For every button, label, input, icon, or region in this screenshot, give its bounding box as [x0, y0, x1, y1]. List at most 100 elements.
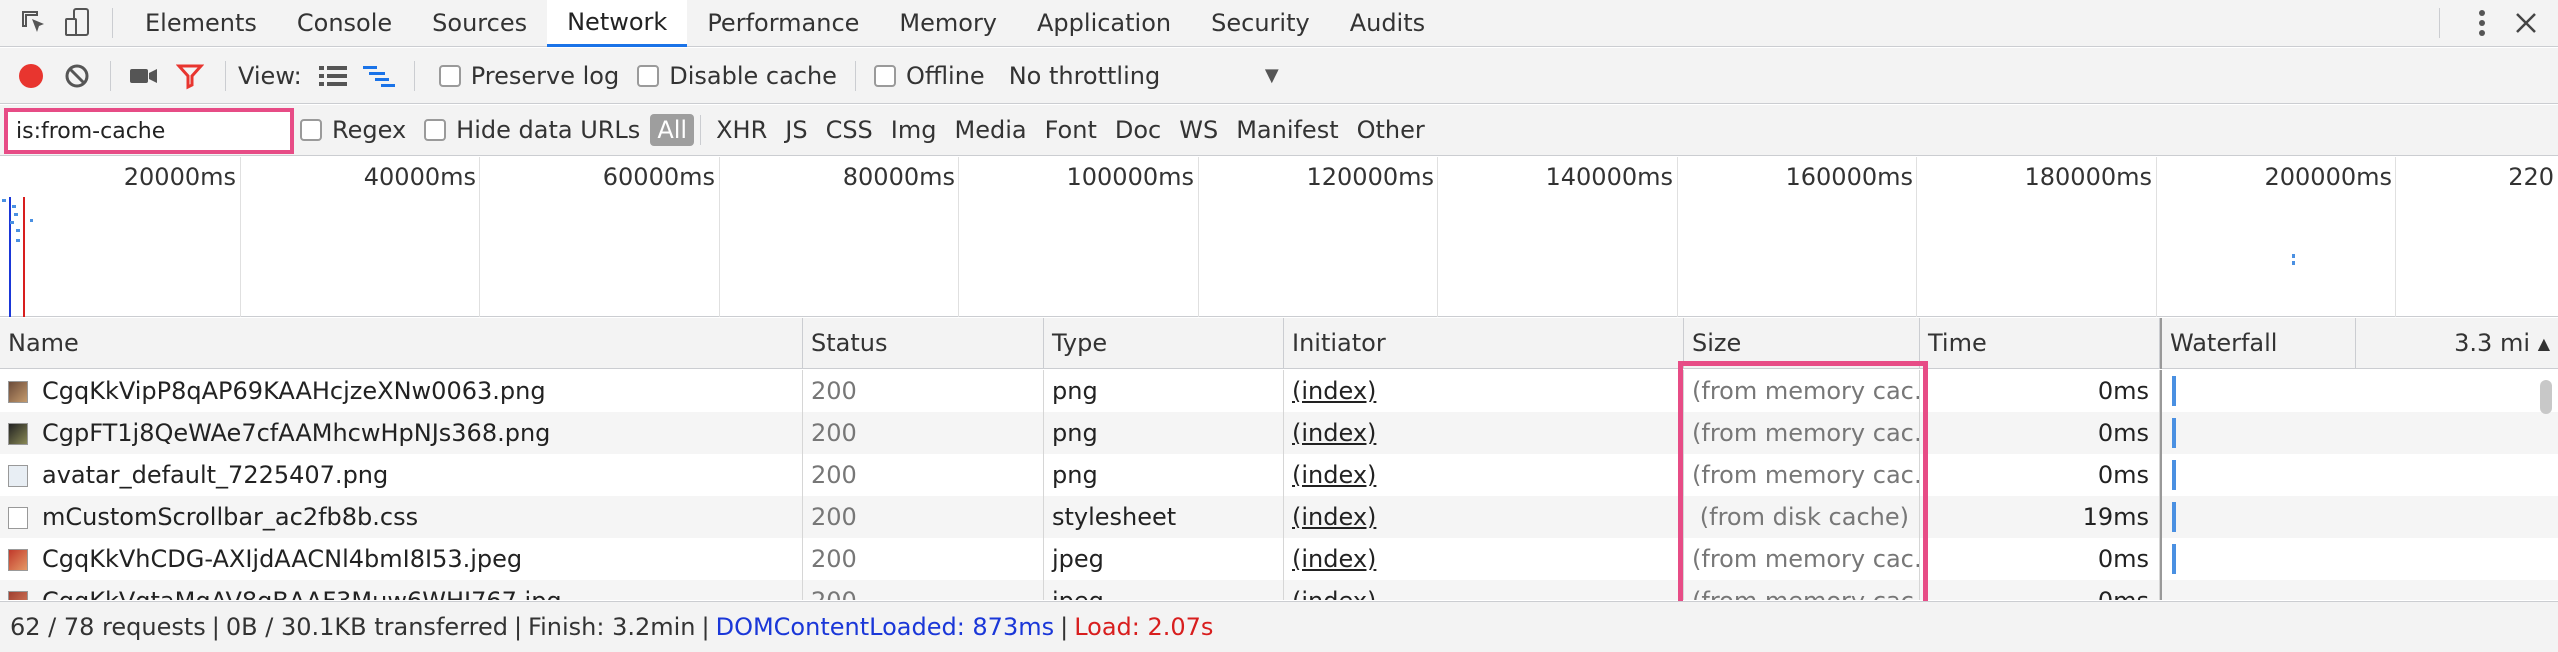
- image-file-icon: [8, 423, 28, 445]
- more-options-icon[interactable]: [2460, 0, 2504, 47]
- tab-memory[interactable]: Memory: [879, 0, 1017, 47]
- column-header-name[interactable]: Name: [0, 318, 803, 369]
- status-cell: 200: [803, 580, 1044, 600]
- overview-tick-label: 120000ms: [1306, 163, 1435, 191]
- table-row[interactable]: avatar_default_7225407.png 200 png (inde…: [0, 454, 2558, 496]
- request-name: CgqKkVhCDG-AXIjdAACNl4bmI8I53.jpeg: [42, 545, 523, 573]
- column-header-status[interactable]: Status: [803, 318, 1044, 369]
- type-cell: jpeg: [1044, 580, 1284, 600]
- disable-cache-box[interactable]: [637, 64, 660, 87]
- initiator-link[interactable]: (index): [1284, 412, 1684, 454]
- waterfall-cell: [2160, 370, 2558, 412]
- filter-type-manifest[interactable]: Manifest: [1227, 116, 1347, 144]
- tab-audits[interactable]: Audits: [1330, 0, 1445, 47]
- offline-box[interactable]: [873, 64, 896, 87]
- hide-data-urls-checkbox[interactable]: Hide data URLs: [424, 116, 640, 144]
- column-header-timescale[interactable]: 3.3 mi ▲: [2356, 318, 2558, 369]
- request-name-cell: CgqKkVhCDG-AXIjdAACNl4bmI8I53.jpeg: [0, 538, 803, 580]
- filter-icon[interactable]: [167, 48, 213, 104]
- close-icon[interactable]: [2504, 0, 2548, 47]
- tab-console[interactable]: Console: [277, 0, 412, 47]
- initiator-link[interactable]: (index): [1284, 370, 1684, 412]
- offline-checkbox[interactable]: Offline: [873, 61, 985, 90]
- filter-type-css[interactable]: CSS: [817, 116, 882, 144]
- waterfall-cell: [2160, 412, 2558, 454]
- size-cell: (from disk cache): [1684, 496, 1920, 538]
- type-cell: jpeg: [1044, 538, 1284, 580]
- requests-count: 62 / 78 requests: [10, 613, 206, 641]
- tab-security[interactable]: Security: [1191, 0, 1330, 47]
- status-cell: 200: [803, 454, 1044, 496]
- filter-type-js[interactable]: JS: [776, 116, 816, 144]
- initiator-link[interactable]: (index): [1284, 580, 1684, 600]
- overview-tick-label: 100000ms: [1066, 163, 1195, 191]
- initiator-link[interactable]: (index): [1284, 454, 1684, 496]
- filter-type-xhr[interactable]: XHR: [707, 116, 776, 144]
- disable-cache-checkbox[interactable]: Disable cache: [637, 62, 837, 90]
- tab-elements[interactable]: Elements: [125, 0, 277, 47]
- overview-icon[interactable]: [356, 48, 402, 104]
- filter-bar: Regex Hide data URLs All XHR JS CSS Img …: [0, 105, 2558, 156]
- time-cell: 19ms: [1920, 496, 2160, 538]
- filter-input[interactable]: [4, 108, 294, 154]
- dropdown-arrow-icon: ▼: [1264, 65, 1279, 86]
- preserve-log-checkbox[interactable]: Preserve log: [438, 62, 619, 90]
- requests-table: Name Status Type Initiator Size Time Wat…: [0, 318, 2558, 600]
- column-header-size[interactable]: Size: [1684, 318, 1920, 369]
- network-toolbar: View: Preserve log Disable cache Offline…: [0, 48, 2558, 104]
- device-toolbar-icon[interactable]: [56, 0, 100, 47]
- time-cell: 0ms: [1920, 538, 2160, 580]
- devtools-tab-bar: Elements Console Sources Network Perform…: [0, 0, 2558, 47]
- regex-box[interactable]: [300, 119, 322, 141]
- filter-type-media[interactable]: Media: [946, 116, 1036, 144]
- initiator-link[interactable]: (index): [1284, 538, 1684, 580]
- offline-label: Offline: [905, 61, 985, 90]
- hide-data-urls-label: Hide data URLs: [456, 116, 641, 144]
- request-name: avatar_default_7225407.png: [42, 461, 389, 489]
- regex-checkbox[interactable]: Regex: [300, 116, 406, 144]
- tab-sources[interactable]: Sources: [412, 0, 547, 47]
- table-row[interactable]: CgqKkVipP8qAP69KAAHcjzeXNw0063.png 200 p…: [0, 370, 2558, 412]
- overview-late-request-mark: [2292, 254, 2295, 265]
- table-row[interactable]: mCustomScrollbar_ac2fb8b.css 200 stylesh…: [0, 496, 2558, 538]
- clear-icon[interactable]: [54, 48, 100, 104]
- type-cell: png: [1044, 370, 1284, 412]
- filter-type-doc[interactable]: Doc: [1106, 116, 1170, 144]
- filter-type-img[interactable]: Img: [882, 116, 946, 144]
- initiator-link[interactable]: (index): [1284, 496, 1684, 538]
- filter-type-ws[interactable]: WS: [1170, 116, 1227, 144]
- column-header-initiator[interactable]: Initiator: [1284, 318, 1684, 369]
- waterfall-cell: [2160, 496, 2558, 538]
- table-scrollbar[interactable]: [2540, 380, 2552, 414]
- throttling-select[interactable]: No throttling ▼: [1009, 62, 1279, 90]
- hide-data-urls-box[interactable]: [424, 119, 447, 141]
- table-row[interactable]: CgqKkVhCDG-AXIjdAACNl4bmI8I53.jpeg 200 j…: [0, 538, 2558, 580]
- disable-cache-label: Disable cache: [669, 61, 837, 90]
- large-rows-icon[interactable]: [310, 48, 356, 104]
- image-file-icon: [8, 549, 28, 571]
- type-cell: stylesheet: [1044, 496, 1284, 538]
- dom-content-loaded: DOMContentLoaded: 873ms: [715, 613, 1055, 641]
- image-file-icon: [8, 591, 28, 600]
- status-cell: 200: [803, 412, 1044, 454]
- capture-screenshots-icon[interactable]: [121, 48, 167, 104]
- tab-application[interactable]: Application: [1017, 0, 1191, 47]
- request-name: CgqKkVipP8qAP69KAAHcjzeXNw0063.png: [42, 377, 546, 405]
- table-row[interactable]: CgqKkVgtaMqAV8qBAAF3Muw6WHI767.jpg 200 j…: [0, 580, 2558, 600]
- record-icon[interactable]: [8, 48, 54, 104]
- filter-type-all[interactable]: All: [650, 114, 695, 146]
- filter-type-other[interactable]: Other: [1348, 116, 1434, 144]
- column-header-type[interactable]: Type: [1044, 318, 1284, 369]
- column-header-waterfall[interactable]: Waterfall: [2160, 318, 2356, 369]
- tab-performance[interactable]: Performance: [687, 0, 879, 47]
- table-row[interactable]: CgpFT1j8QeWAe7cfAAMhcwHpNJs368.png 200 p…: [0, 412, 2558, 454]
- column-header-time[interactable]: Time: [1920, 318, 2160, 369]
- filter-type-font[interactable]: Font: [1036, 116, 1106, 144]
- waterfall-bar: [2172, 376, 2176, 406]
- tab-network[interactable]: Network: [547, 0, 688, 47]
- request-name: CgqKkVgtaMqAV8qBAAF3Muw6WHI767.jpg: [42, 587, 562, 600]
- network-overview[interactable]: 20000ms 40000ms 60000ms 80000ms 100000ms…: [0, 157, 2558, 317]
- waterfall-cell: [2160, 454, 2558, 496]
- preserve-log-box[interactable]: [438, 64, 461, 87]
- inspect-element-icon[interactable]: [12, 0, 56, 47]
